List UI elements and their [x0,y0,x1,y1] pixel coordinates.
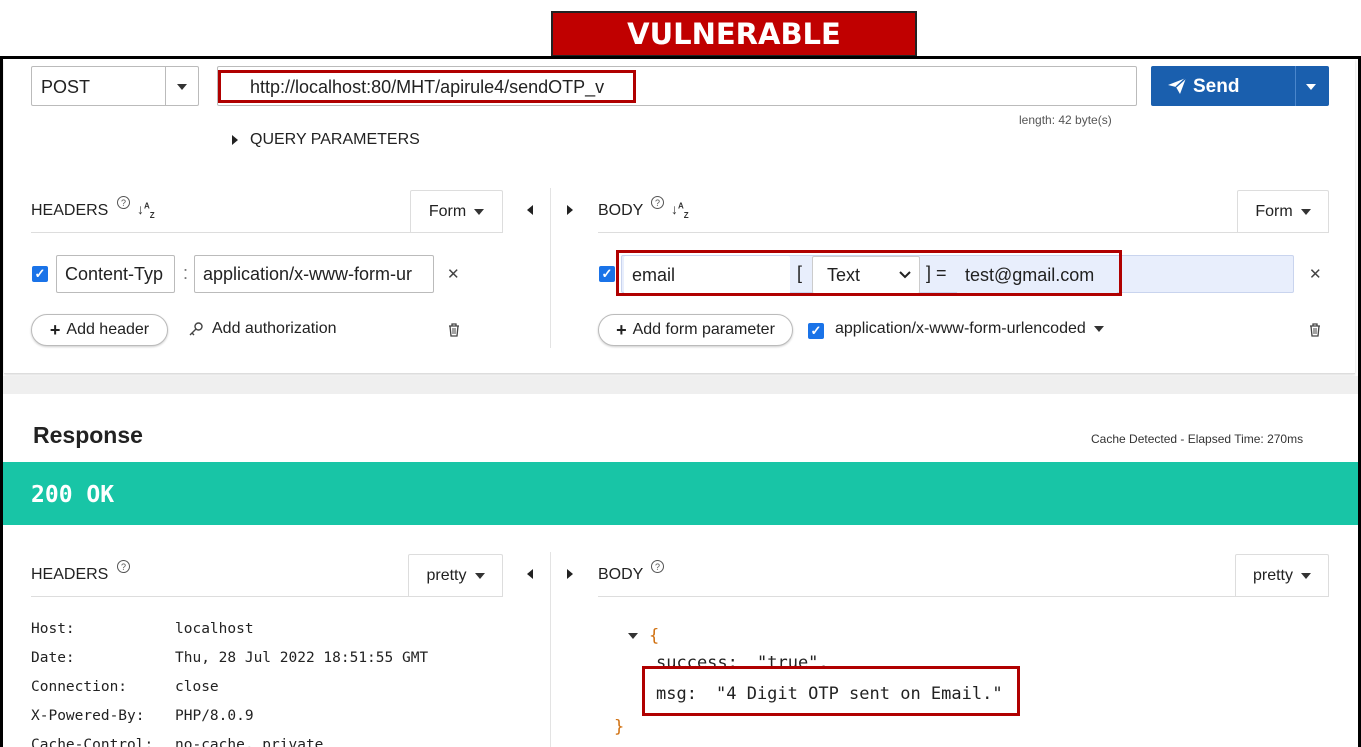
add-authorization-label: Add authorization [212,320,337,337]
sort-icon[interactable]: ↓AZ [671,201,689,220]
query-parameters-toggle[interactable]: QUERY PARAMETERS [250,131,420,149]
vulnerable-label: VULNERABLE [627,17,841,51]
help-icon[interactable]: ? [651,560,664,573]
collapse-right-icon[interactable] [567,205,573,215]
sort-icon[interactable]: ↓AZ [137,201,155,220]
response-body-divider [598,596,1329,597]
header-name: Date: [31,650,75,666]
response-headers-divider [31,596,503,597]
header-value: no-cache, private [175,737,324,747]
help-icon[interactable]: ? [651,196,664,209]
key-icon [189,322,203,336]
cache-info: Cache Detected - Elapsed Time: 270ms [1091,432,1304,446]
panel-gap [3,376,1358,394]
collapse-json-icon[interactable] [628,633,638,639]
header-value-value: application/x-www-form-ur [203,263,413,284]
response-title: Response [33,422,143,448]
method-value: POST [41,77,91,97]
add-form-parameter-label: Add form parameter [632,321,775,338]
collapse-left-icon[interactable] [527,569,533,579]
json-open-brace: { [649,626,660,646]
header-value-input[interactable]: application/x-www-form-ur [194,255,434,293]
json-close-brace: } [614,717,625,737]
help-icon[interactable]: ? [117,196,130,209]
headers-title: HEADERS [31,202,109,219]
header-value: localhost [175,621,254,637]
headers-format-dropdown[interactable]: Form [410,190,503,232]
plus-icon: + [616,319,627,340]
response-headers-format-label: pretty [426,566,467,584]
msg-highlight [642,666,1020,716]
content-type-checkbox[interactable]: ✓ [808,323,824,339]
header-name-value: Content-Typ [65,263,164,284]
add-form-parameter-button[interactable]: + Add form parameter [598,314,793,346]
response-body-title: BODY [598,566,644,583]
chevron-down-icon [474,208,485,215]
plus-icon: + [49,319,61,340]
add-header-label: Add header [66,321,150,338]
chevron-down-icon [474,572,485,579]
content-type-dropdown[interactable]: application/x-www-form-urlencoded [835,320,1104,338]
headers-divider [31,232,503,233]
add-authorization-link[interactable]: Add authorization [188,320,337,338]
status-bar [3,462,1358,525]
header-value: close [175,679,219,695]
header-enabled-checkbox[interactable]: ✓ [32,266,48,282]
response-headers-format-dropdown[interactable]: pretty [408,554,503,596]
help-icon[interactable]: ? [117,560,130,573]
collapse-left-icon[interactable] [527,205,533,215]
remove-header-icon[interactable]: ✕ [447,265,460,283]
url-value: http://localhost:80/MHT/apirule4/sendOTP… [250,77,605,97]
chevron-down-icon[interactable] [177,84,187,90]
response-body-format-dropdown[interactable]: pretty [1235,554,1329,596]
header-name: Cache-Control: [31,737,154,747]
add-header-button[interactable]: + Add header [31,314,168,346]
response-panel-divider [550,552,551,747]
status-code: 200 OK [31,482,115,508]
response-body-format-label: pretty [1252,566,1293,584]
send-options-chevron-icon [1306,84,1316,90]
method-separator [165,67,166,105]
header-value: PHP/8.0.9 [175,708,254,724]
panel-divider [550,188,551,348]
chevron-down-icon [1093,326,1104,332]
content-type-label: application/x-www-form-urlencoded [835,320,1086,337]
collapse-right-icon[interactable] [567,569,573,579]
send-icon [1168,77,1187,94]
header-name-input[interactable]: Content-Typ [56,255,175,293]
header-name: Connection: [31,679,128,695]
header-colon: : [183,263,189,283]
trash-icon[interactable] [1309,323,1321,337]
body-title: BODY [598,202,644,219]
header-value: Thu, 28 Jul 2022 18:51:55 GMT [175,650,429,666]
chevron-down-icon [1300,208,1311,215]
headers-format-label: Form [428,202,467,220]
header-name: Host: [31,621,75,637]
body-divider [598,232,1329,233]
chevron-down-icon [1301,572,1311,579]
body-format-label: Form [1255,202,1293,220]
trash-icon[interactable] [448,323,460,337]
header-name: X-Powered-By: [31,708,145,724]
body-param-highlight [616,250,1122,296]
remove-param-icon[interactable]: ✕ [1309,265,1322,283]
send-label: Send [1193,76,1240,97]
vulnerable-banner: VULNERABLE [551,11,917,57]
body-format-dropdown[interactable]: Form [1237,190,1329,232]
url-length: length: 42 byte(s) [1019,113,1112,127]
expand-query-icon[interactable] [232,135,238,145]
param-enabled-checkbox[interactable]: ✓ [599,266,615,282]
response-headers-title: HEADERS [31,566,109,583]
